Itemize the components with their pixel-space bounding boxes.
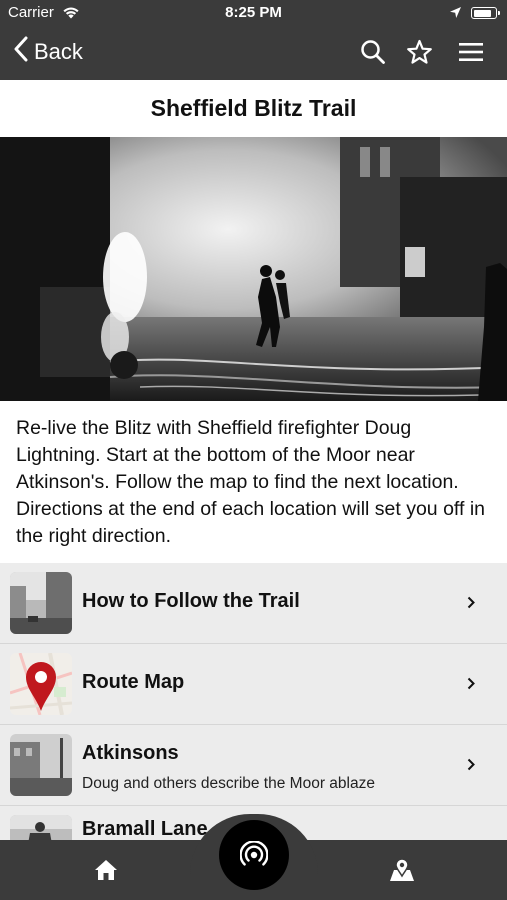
battery-icon	[471, 7, 500, 19]
home-icon[interactable]	[93, 858, 119, 887]
list-item-title: How to Follow the Trail	[82, 590, 300, 612]
list-item-title: Route Map	[82, 671, 185, 693]
trail-description: Re-live the Blitz with Sheffield firefig…	[0, 401, 507, 563]
chevron-right-icon	[467, 677, 475, 695]
list-item[interactable]: Atkinsons Doug and others describe the M…	[0, 725, 507, 806]
list-item-title: Atkinsons	[82, 742, 179, 764]
list-item[interactable]: Route Map	[0, 644, 507, 725]
back-label: Back	[34, 38, 83, 64]
hero-photo	[0, 137, 507, 401]
location-arrow-icon	[449, 6, 462, 23]
page-title: Sheffield Blitz Trail	[150, 95, 357, 121]
search-icon[interactable]	[360, 39, 386, 70]
beacon-icon	[239, 840, 269, 874]
back-button[interactable]: Back	[14, 36, 83, 67]
list-item-subtitle: Doug and others describe the Moor ablaze	[82, 775, 375, 792]
list-item-title: Bramall Lane	[82, 818, 208, 840]
map-pin-thumbnail	[10, 653, 72, 715]
map-icon[interactable]	[388, 857, 416, 888]
chevron-right-icon	[467, 758, 475, 776]
clock-time: 8:25 PM	[225, 4, 282, 21]
list-item[interactable]: How to Follow the Trail	[0, 563, 507, 644]
chevron-left-icon	[14, 36, 28, 67]
menu-icon[interactable]	[458, 42, 484, 67]
star-icon[interactable]	[406, 39, 433, 70]
street-thumbnail	[10, 572, 72, 634]
page-header: Sheffield Blitz Trail	[0, 80, 507, 137]
ruins-thumbnail	[10, 734, 72, 796]
status-bar: Carrier 8:25 PM	[0, 0, 507, 26]
beacon-button[interactable]	[219, 820, 289, 890]
chevron-right-icon	[467, 596, 475, 614]
battery-level	[473, 9, 491, 17]
navigation-bar: Back	[0, 26, 507, 80]
description-text: Re-live the Blitz with Sheffield firefig…	[16, 417, 485, 547]
